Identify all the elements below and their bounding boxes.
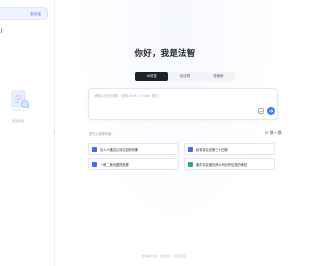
mode-tabs: AI问答 找法规 查案例 bbox=[135, 72, 235, 81]
send-button[interactable] bbox=[267, 107, 275, 115]
tab-ai-qa[interactable]: AI问答 bbox=[135, 72, 169, 81]
refresh-label: 换一换 bbox=[269, 130, 282, 135]
quick-question-card[interactable]: 股东未实缴出资公司对外债务的承担 bbox=[184, 158, 275, 170]
document-icon bbox=[188, 146, 193, 152]
quick-question-card[interactable]: 民事诉讼法第三十四条 bbox=[184, 143, 275, 155]
tab-find-case[interactable]: 查案例 bbox=[202, 72, 235, 81]
quick-questions-label: 您可以这样问我 bbox=[89, 132, 112, 136]
quick-question-text: 一房二卖问题的处理 bbox=[100, 162, 129, 167]
sidebar-glyph: J bbox=[1, 28, 3, 34]
attach-icon[interactable] bbox=[258, 108, 264, 114]
quick-question-card[interactable]: 一房二卖问题的处理 bbox=[88, 158, 179, 170]
refresh-icon: ⟳ bbox=[265, 130, 269, 135]
tab-find-law[interactable]: 找法规 bbox=[168, 72, 201, 81]
document-icon bbox=[188, 161, 193, 167]
sidebar: 新对话 J 暂无对话 bbox=[0, 0, 55, 266]
greeting-title: 你好，我是法智 bbox=[134, 49, 196, 59]
new-chat-button[interactable]: 新对话 bbox=[0, 7, 48, 20]
empty-chat-illustration-icon bbox=[10, 90, 30, 111]
question-input-placeholder: 请输入您的问题，使用 Shift + Enter 换行 bbox=[94, 94, 159, 98]
refresh-button[interactable]: ⟳ 换一换 bbox=[265, 130, 282, 136]
quick-question-text: 股东未实缴出资公司对外债务的承担 bbox=[196, 162, 247, 167]
question-input[interactable]: 请输入您的问题，使用 Shift + Enter 换行 bbox=[88, 88, 278, 120]
quick-question-text: 民事诉讼法第三十四条 bbox=[196, 147, 228, 152]
empty-chat-text: 暂无对话 bbox=[11, 119, 24, 123]
send-icon bbox=[269, 109, 274, 113]
quick-question-text: 法人人格否认诉讼如何判断 bbox=[100, 147, 139, 152]
quick-question-card[interactable]: 法人人格否认诉讼如何判断 bbox=[88, 143, 179, 155]
footer-disclaimer: 内容由AI生成，仅供参考，请注意甄别。 bbox=[141, 255, 189, 258]
document-icon bbox=[92, 161, 97, 167]
document-icon bbox=[92, 146, 97, 152]
main-panel: 你好，我是法智 AI问答 找法规 查案例 请输入您的问题，使用 Shift + … bbox=[55, 0, 282, 266]
